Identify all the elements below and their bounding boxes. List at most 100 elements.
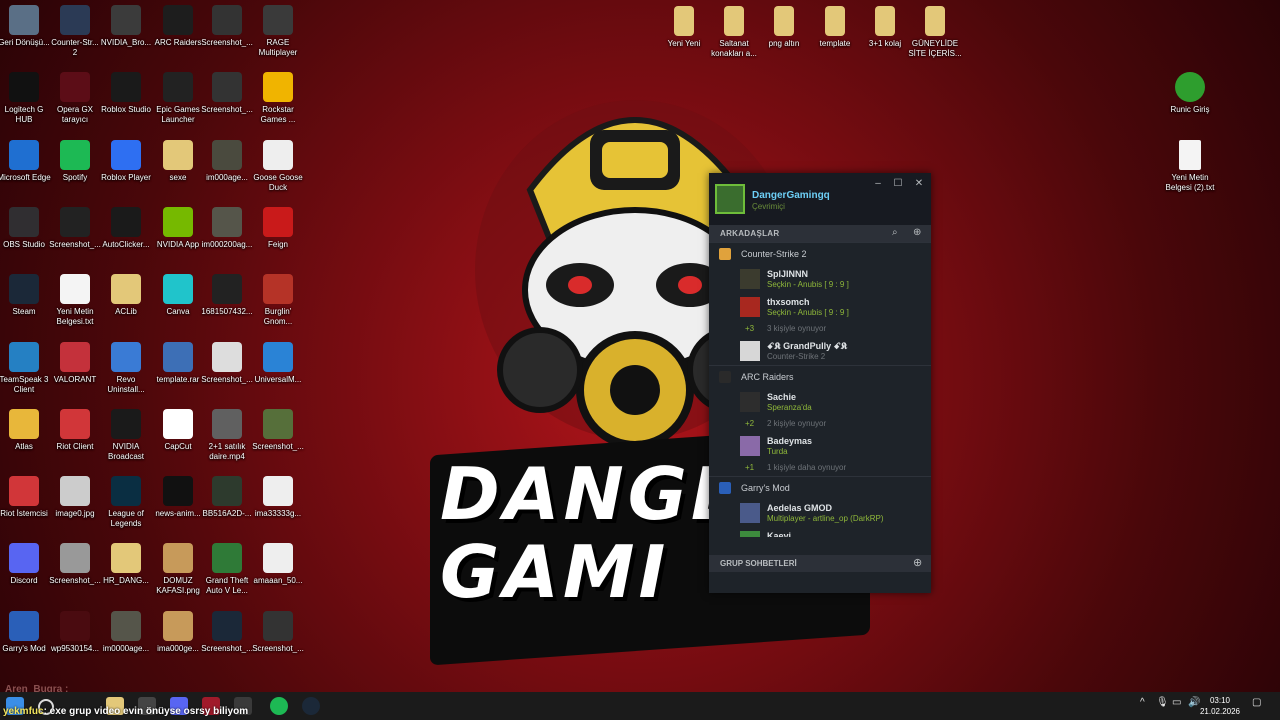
desktop-icon[interactable]: Yeni Metin Belgesi.txt [48,274,102,327]
friend-avatar[interactable] [740,503,760,523]
desktop-icon[interactable]: AutoClicker... [99,206,153,250]
minimize-icon[interactable]: – [871,178,885,190]
desktop-icon[interactable]: UniversalM... [251,341,305,385]
friend-avatar[interactable] [740,436,760,456]
friend-avatar[interactable] [740,531,760,537]
desktop-icon[interactable]: im000200ag... [200,206,254,250]
friend-avatar[interactable] [740,297,760,317]
desktop-icon[interactable]: NVIDIA_Bro... [99,5,153,48]
friend-avatar[interactable] [740,392,760,412]
desktop-icon[interactable]: Screenshot_... [48,206,102,250]
desktop-icon[interactable]: OBS Studio [0,206,51,250]
desktop-icon[interactable]: Riot Client [48,408,102,452]
desktop-icon[interactable]: Roblox Player [99,139,153,183]
search-icon[interactable]: ⌕ [892,227,898,238]
desktop-icon[interactable]: 1681507432... [200,274,254,317]
desktop-icon[interactable]: Steam [0,274,51,317]
desktop-icon[interactable]: ACLib [99,274,153,317]
desktop-icon[interactable]: RAGE Multiplayer [251,5,305,58]
friend-row[interactable]: SplJINNN Seçkin - Anubis [ 9 : 9 ] [709,265,931,293]
desktop-icon[interactable]: Epic Games Launcher [151,72,205,125]
desktop-icon[interactable]: NVIDIA App [151,206,205,250]
username[interactable]: DangerGamingq [752,190,830,201]
desktop-icon[interactable]: Screenshot_... [200,341,254,385]
desktop-icon[interactable]: League of Legends [99,476,153,529]
desktop-icon[interactable]: Screenshot_... [200,610,254,654]
desktop-icon[interactable]: png altın [757,6,811,49]
desktop-icon[interactable]: TeamSpeak 3 Client [0,341,51,395]
group-chats-bar[interactable]: GRUP SOHBETLERİ ⊕ [709,555,931,572]
desktop-icon[interactable]: GÜNEYLİDE SİTE İÇERİS... [908,6,962,59]
desktop-icon[interactable]: CapCut [151,408,205,452]
desktop-icon[interactable]: Screenshot_... [48,543,102,586]
notification-icon[interactable]: ▢ [1252,697,1261,708]
spotify-taskbar-icon[interactable] [270,697,288,715]
desktop-icon[interactable]: Burglin' Gnom... [251,274,305,327]
desktop-icon[interactable]: template.rar [151,341,205,385]
desktop-icon[interactable]: amaaan_50... [251,543,305,586]
more-players-row[interactable]: +1 1 kişiyle daha oynuyor [709,460,931,476]
volume-icon[interactable]: 🔊 [1188,697,1200,708]
friend-row[interactable]: Sachie Speranza'da [709,388,931,416]
desktop-icon[interactable]: 2+1 satılık daire.mp4 [200,408,254,462]
desktop-icon[interactable]: Rockstar Games ... [251,72,305,125]
clock[interactable]: 03:10 21.02.2026 [1200,695,1240,717]
desktop-icon[interactable]: template [808,6,862,49]
chevron-up-icon[interactable]: ^ [1140,697,1145,708]
friend-avatar[interactable] [740,269,760,289]
desktop-icon[interactable]: Screenshot_... [251,408,305,452]
desktop-icon[interactable]: Discord [0,543,51,586]
friend-row[interactable]: Kaeyi [709,527,931,537]
game-group-header[interactable]: Garry's Mod [709,476,931,499]
desktop-icon[interactable]: Microsoft Edge [0,139,51,183]
desktop-icon[interactable]: im0000age... [99,610,153,654]
desktop-icon[interactable]: Geri Dönüşü... [0,5,51,48]
desktop-icon[interactable]: HR_DANG... [99,543,153,586]
add-friend-icon[interactable]: ⊕ [913,227,921,238]
desktop-icon[interactable]: sexe [151,139,205,183]
desktop-icon[interactable]: im000age... [200,139,254,183]
desktop-icon[interactable]: BB516A2D-... [200,476,254,519]
game-group-header[interactable]: Counter-Strike 2 [709,242,931,265]
desktop-icon[interactable]: ARC Raiders [151,5,205,48]
desktop-icon[interactable]: Saltanat konakları a... [707,6,761,59]
desktop-icon[interactable]: wp9530154... [48,610,102,654]
game-group-header[interactable]: ARC Raiders [709,365,931,388]
desktop-icon[interactable]: Screenshot_... [251,610,305,654]
friend-row[interactable]: thxsomch Seçkin - Anubis [ 9 : 9 ] [709,293,931,321]
steam-friends-window[interactable]: DangerGamingq Çevrimiçi – ☐ ✕ ARKADAŞLAR… [709,173,931,593]
desktop-icon[interactable]: VALORANT [48,341,102,385]
desktop-icon[interactable]: Opera GX tarayıcı [48,72,102,125]
desktop-icon[interactable]: Logitech G HUB [0,72,51,125]
desktop-icon[interactable]: Garry's Mod [0,610,51,654]
desktop-icon[interactable]: ima000ge... [151,610,205,654]
desktop-icon[interactable]: Spotify [48,139,102,183]
desktop-icon[interactable]: Revo Uninstall... [99,341,153,395]
friends-list[interactable]: Counter-Strike 2 SplJINNN Seçkin - Anubis … [709,242,931,537]
desktop-icon[interactable]: Goose Goose Duck [251,139,305,193]
desktop-icon[interactable]: Feign [251,206,305,250]
maximize-icon[interactable]: ☐ [891,178,905,190]
desktop-icon[interactable]: Riot İstemcisi [0,476,51,519]
microphone-icon[interactable]: 🎙 [1156,697,1169,708]
desktop-icon[interactable]: ima33333g... [251,476,305,519]
add-group-chat-icon[interactable]: ⊕ [913,556,922,569]
friend-row[interactable]: Badeymas Turda [709,432,931,460]
desktop-icon[interactable]: 3+1 kolaj [858,6,912,49]
desktop-icon[interactable]: NVIDIA Broadcast [99,408,153,462]
desktop-icon[interactable]: Canva [151,274,205,317]
friend-avatar[interactable] [740,341,760,361]
close-icon[interactable]: ✕ [912,178,926,190]
desktop-icon[interactable]: Yeni Yeni [657,6,711,49]
more-players-row[interactable]: +2 2 kişiyle oynuyor [709,416,931,432]
desktop-icon[interactable]: Grand Theft Auto V Le... [200,543,254,596]
more-players-row[interactable]: +3 3 kişiyle oynuyor [709,321,931,337]
network-icon[interactable]: ▭ [1172,697,1181,708]
friend-row[interactable]: Aedelas GMOD Multiplayer - artline_op (Da… [709,499,931,527]
desktop-icon[interactable]: Counter-Str... 2 [48,5,102,58]
desktop-icon[interactable]: Runic Giriş [1163,72,1217,115]
desktop-icon[interactable]: Screenshot_... [200,5,254,48]
desktop-icon[interactable]: DOMUZ KAFASI.png [151,543,205,596]
desktop-icon[interactable]: Roblox Studio [99,72,153,115]
desktop-icon[interactable]: image0.jpg [48,476,102,519]
